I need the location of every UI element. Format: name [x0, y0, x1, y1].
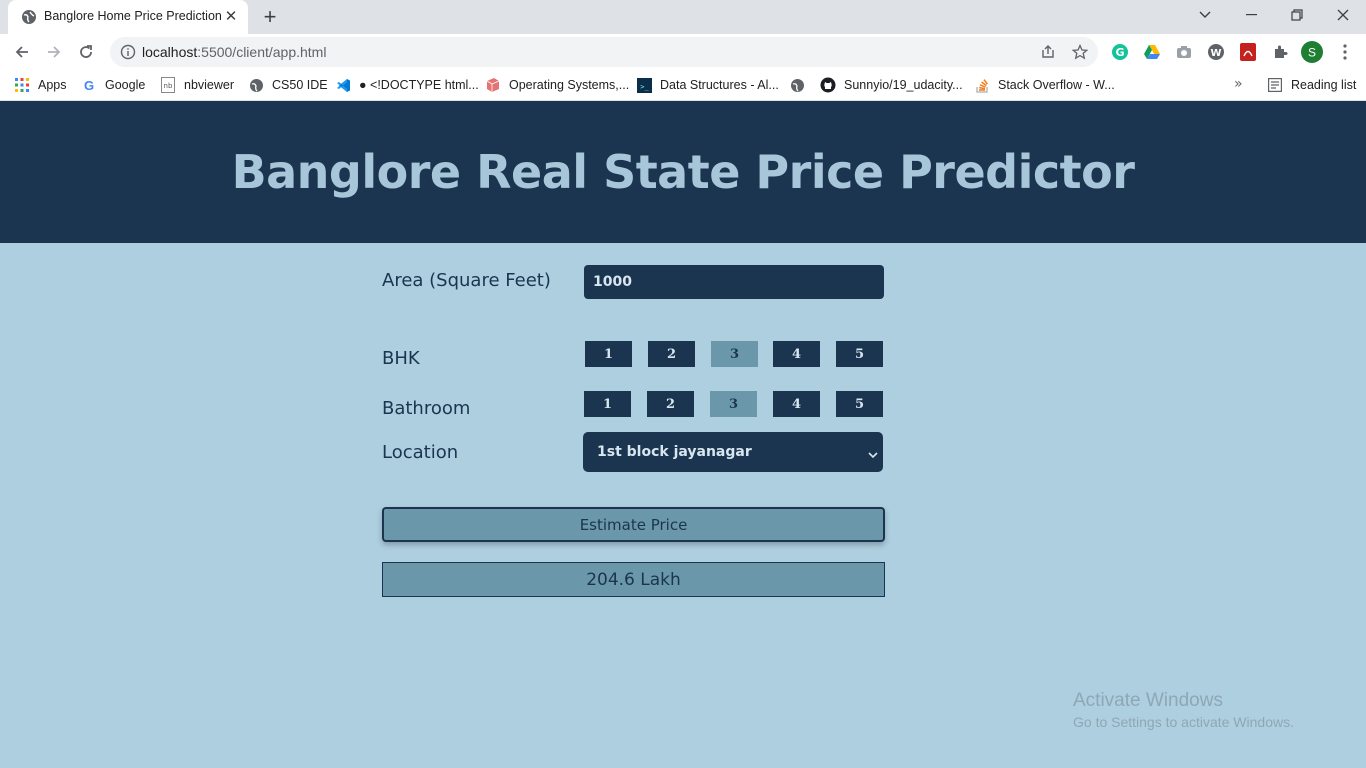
- bookmark-nbviewer[interactable]: nb nbviewer: [160, 76, 234, 94]
- bath-option-2[interactable]: 2: [647, 391, 694, 417]
- kebab-menu-icon[interactable]: [1336, 43, 1354, 61]
- bhk-option-2[interactable]: 2: [648, 341, 695, 367]
- google-icon: G: [81, 77, 97, 93]
- more-bookmarks-icon[interactable]: »: [1234, 76, 1243, 92]
- pdf-icon[interactable]: [1239, 43, 1257, 61]
- svg-text:nb: nb: [164, 82, 173, 90]
- nbviewer-icon: nb: [160, 77, 176, 93]
- bhk-option-4[interactable]: 4: [773, 341, 820, 367]
- reload-icon: [80, 45, 92, 58]
- bath-option-4[interactable]: 4: [773, 391, 820, 417]
- bookmark-globe[interactable]: [789, 76, 813, 94]
- bookmark-github[interactable]: Sunnyio/19_udacity...: [820, 76, 963, 94]
- profile-avatar[interactable]: S: [1301, 41, 1323, 63]
- bookmarks-bar: Apps G Google nb nbviewer CS50 IDE ● <!D…: [0, 70, 1366, 101]
- bathroom-options: 1 2 3 4 5: [584, 391, 884, 417]
- location-label: Location: [382, 442, 459, 463]
- chevron-down-icon: [1199, 11, 1211, 18]
- bhk-label: BHK: [382, 348, 420, 369]
- star-icon[interactable]: [1071, 43, 1089, 60]
- bath-option-1[interactable]: 1: [584, 391, 631, 417]
- bathroom-label: Bathroom: [382, 398, 471, 419]
- svg-text:G: G: [84, 78, 94, 92]
- reading-list-icon: [1267, 77, 1283, 93]
- activate-windows-title: Activate Windows: [1073, 690, 1223, 711]
- bookmark-stack-overflow[interactable]: Stack Overflow - W...: [974, 76, 1115, 94]
- estimated-price-result: 204.6 Lakh: [382, 562, 885, 597]
- globe-icon: [789, 77, 805, 93]
- close-window-button[interactable]: [1320, 0, 1366, 30]
- github-icon: [820, 77, 836, 93]
- svg-text:W: W: [1210, 48, 1221, 59]
- info-icon[interactable]: [120, 44, 136, 60]
- browser-tab[interactable]: Banglore Home Price Prediction ✕: [8, 0, 248, 34]
- back-button[interactable]: [8, 38, 36, 66]
- bookmark-doctype[interactable]: ● <!DOCTYPE html...: [335, 76, 479, 94]
- page-title: Banglore Real State Price Predictor: [231, 145, 1135, 199]
- chevron-down-icon: [867, 446, 879, 459]
- terminal-icon: >_: [636, 77, 652, 93]
- tab-title: Banglore Home Price Prediction: [44, 9, 222, 23]
- minimize-button[interactable]: [1228, 0, 1274, 30]
- extensions-icon[interactable]: [1271, 43, 1289, 61]
- bhk-option-1[interactable]: 1: [585, 341, 632, 367]
- bookmark-data-structures[interactable]: >_ Data Structures - Al...: [636, 76, 779, 94]
- globe-icon: [248, 77, 264, 93]
- arrow-right-icon: [48, 46, 61, 58]
- vscode-icon: [335, 77, 351, 93]
- globe-icon: [21, 9, 37, 25]
- activate-windows-subtitle: Go to Settings to activate Windows.: [1073, 714, 1294, 730]
- url-text: localhost:5500/client/app.html: [142, 44, 327, 60]
- bookmark-operating-systems[interactable]: Operating Systems,...: [485, 76, 629, 94]
- stackoverflow-icon: [974, 77, 990, 93]
- close-icon: [1337, 9, 1349, 21]
- location-select[interactable]: 1st block jayanagar: [583, 432, 883, 472]
- forward-button[interactable]: [40, 38, 68, 66]
- browser-tab-strip: Banglore Home Price Prediction ✕ +: [0, 0, 1366, 34]
- bhk-options: 1 2 3 4 5: [584, 341, 884, 367]
- reading-list-button[interactable]: Reading list: [1267, 76, 1356, 94]
- minimize-icon: [1245, 14, 1257, 16]
- svg-text:G: G: [1115, 46, 1124, 59]
- area-label: Area (Square Feet): [382, 270, 551, 291]
- estimate-price-button[interactable]: Estimate Price: [382, 507, 885, 542]
- svg-text:>_: >_: [640, 83, 649, 91]
- apps-grid-icon: [14, 77, 30, 93]
- arrow-left-icon: [15, 46, 28, 58]
- drive-icon[interactable]: [1143, 43, 1161, 61]
- bookmark-apps[interactable]: Apps: [14, 76, 67, 94]
- tab-search-button[interactable]: [1182, 0, 1228, 30]
- page-header: Banglore Real State Price Predictor: [0, 101, 1366, 243]
- reload-button[interactable]: [72, 38, 100, 66]
- bhk-option-5[interactable]: 5: [836, 341, 883, 367]
- bookmark-google[interactable]: G Google: [81, 76, 145, 94]
- address-bar[interactable]: localhost:5500/client/app.html: [110, 37, 1098, 67]
- location-value: 1st block jayanagar: [597, 444, 752, 460]
- area-input[interactable]: [584, 265, 884, 299]
- bath-option-3[interactable]: 3: [710, 391, 757, 417]
- camera-icon[interactable]: [1175, 43, 1193, 61]
- restore-icon: [1291, 9, 1303, 21]
- wordtune-icon[interactable]: W: [1207, 43, 1225, 61]
- tab-close-icon[interactable]: ✕: [222, 8, 240, 26]
- svg-text:S: S: [1308, 46, 1316, 60]
- browser-toolbar: localhost:5500/client/app.html G W S: [0, 34, 1366, 70]
- new-tab-button[interactable]: +: [258, 6, 282, 28]
- share-icon[interactable]: [1040, 44, 1056, 60]
- restore-button[interactable]: [1274, 0, 1320, 30]
- grammarly-icon[interactable]: G: [1111, 43, 1129, 61]
- bhk-option-3[interactable]: 3: [711, 341, 758, 367]
- bath-option-5[interactable]: 5: [836, 391, 883, 417]
- bookmark-cs50-ide[interactable]: CS50 IDE: [248, 76, 328, 94]
- ostep-icon: [485, 77, 501, 93]
